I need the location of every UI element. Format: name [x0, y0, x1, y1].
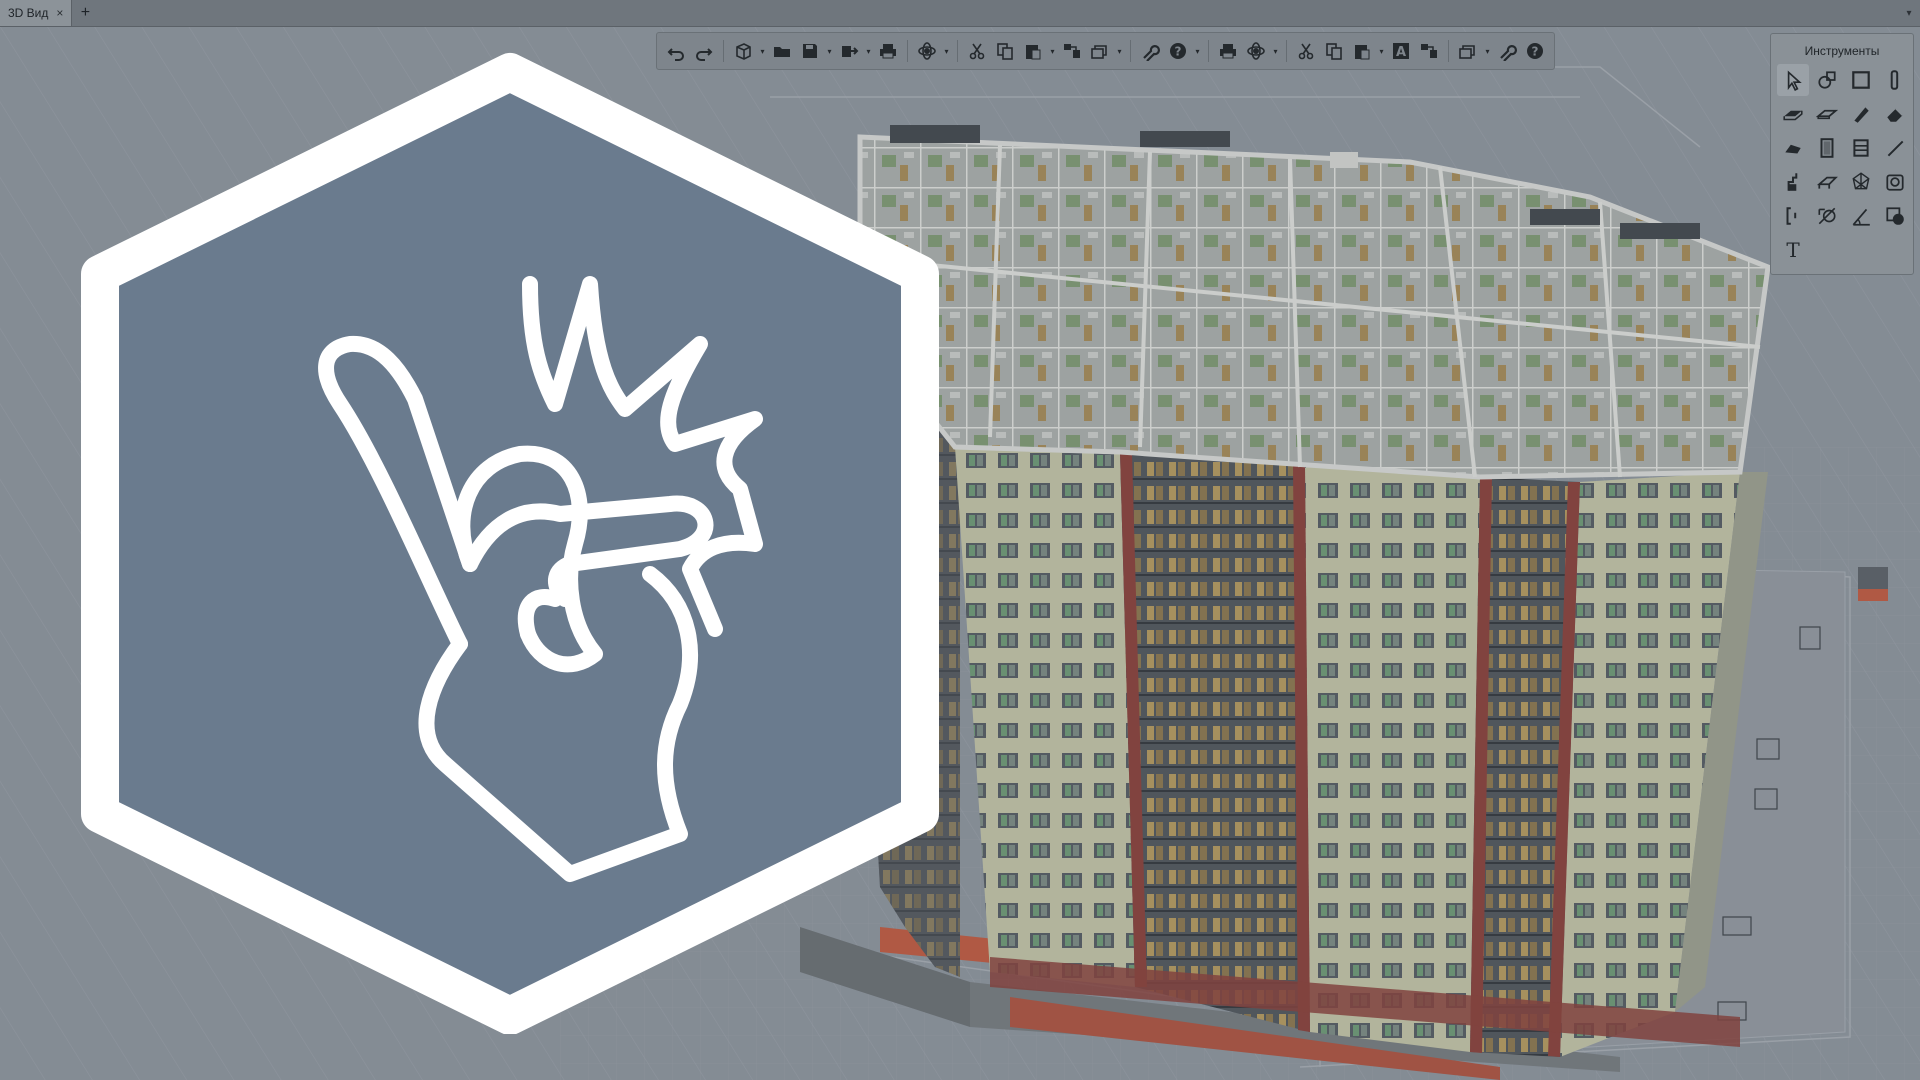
help-icon: ? — [1170, 43, 1186, 59]
slab-icon — [1783, 110, 1803, 121]
layers-icon — [1421, 44, 1437, 58]
layers-icon — [1064, 44, 1080, 58]
tool-window[interactable] — [1845, 132, 1877, 164]
print-icon — [1220, 44, 1236, 59]
tool-stair[interactable] — [1777, 166, 1809, 198]
copy-button[interactable] — [1321, 38, 1347, 64]
copy-icon — [997, 43, 1013, 60]
text-style-button[interactable]: A — [1388, 38, 1414, 64]
tool-rectangle[interactable] — [1845, 64, 1877, 96]
toolbar-divider — [1130, 40, 1131, 62]
tool-angle[interactable] — [1845, 200, 1877, 232]
roof-icon — [1785, 144, 1801, 154]
tools-panel-title: Инструменты — [1804, 44, 1880, 58]
column-icon — [1890, 70, 1899, 90]
tool-mesh[interactable] — [1845, 166, 1877, 198]
tool-column[interactable] — [1879, 64, 1911, 96]
copy-icon — [1326, 43, 1342, 60]
tool-select-arrow[interactable] — [1777, 64, 1809, 96]
tool-line[interactable] — [1879, 132, 1911, 164]
wrench-icon — [1500, 45, 1517, 61]
orbit-icon — [1247, 42, 1265, 60]
hexagon-badge — [81, 53, 939, 1034]
mesh-icon — [1852, 172, 1870, 190]
beam-icon — [1816, 109, 1838, 120]
text-style-icon: A — [1393, 43, 1409, 60]
tools-panel: Инструменты T — [1770, 33, 1914, 275]
finger-snap-icon — [81, 53, 939, 1034]
toolbar-divider — [1286, 40, 1287, 62]
help-icon: ? — [1527, 43, 1543, 59]
bracket-icon — [1786, 207, 1797, 225]
window-icon — [1853, 139, 1869, 157]
orbit-button[interactable] — [1243, 38, 1269, 64]
chevron-down-icon[interactable]: ▾ — [1483, 38, 1492, 64]
document-tab-bar: 3D Вид × + ▾ — [0, 0, 1920, 27]
wrench-button[interactable] — [1137, 38, 1163, 64]
stack-button[interactable] — [1087, 38, 1113, 64]
stack-icon — [1459, 45, 1475, 59]
add-tab-button[interactable]: + — [72, 0, 98, 26]
cut-icon — [969, 43, 985, 60]
tool-bracket[interactable] — [1777, 200, 1809, 232]
copy-button[interactable] — [992, 38, 1018, 64]
stack-icon — [1091, 45, 1107, 59]
stair-icon — [1787, 173, 1798, 191]
paste-icon — [1026, 45, 1041, 60]
wrench-icon — [1143, 45, 1160, 61]
tool-door[interactable] — [1811, 132, 1843, 164]
eraser-icon — [1887, 107, 1904, 122]
tool-pencil[interactable] — [1845, 98, 1877, 130]
tool-text[interactable]: T — [1777, 234, 1809, 266]
tool-eraser[interactable] — [1879, 98, 1911, 130]
chevron-down-icon[interactable]: ▾ — [1115, 38, 1124, 64]
railing-icon — [1816, 176, 1838, 189]
tab-label: 3D Вид — [8, 6, 49, 20]
close-tab-icon[interactable]: × — [56, 6, 63, 20]
chevron-down-icon[interactable]: ▾ — [1048, 38, 1057, 64]
wrench-button[interactable] — [1494, 38, 1520, 64]
tool-beam[interactable] — [1811, 98, 1843, 130]
paste-icon — [1355, 45, 1370, 60]
tool-shape[interactable] — [1811, 64, 1843, 96]
toolbar-divider — [1208, 40, 1209, 62]
tab-3d-view[interactable]: 3D Вид × — [0, 0, 73, 26]
angle-icon — [1852, 208, 1870, 226]
pencil-icon — [1854, 107, 1869, 123]
stack-button[interactable] — [1455, 38, 1481, 64]
dimension-icon — [1818, 207, 1836, 225]
tool-railing[interactable] — [1811, 166, 1843, 198]
camera-icon — [1886, 174, 1904, 191]
rectangle-icon — [1852, 71, 1870, 89]
shape-icon — [1818, 71, 1836, 89]
select-arrow-icon — [1787, 70, 1802, 91]
tools-grid: T — [1771, 64, 1913, 268]
svg-text:A: A — [1396, 45, 1406, 60]
tool-camera[interactable] — [1879, 166, 1911, 198]
tool-fill[interactable] — [1879, 200, 1911, 232]
fill-icon — [1886, 207, 1904, 225]
chevron-down-icon[interactable]: ▾ — [1377, 38, 1386, 64]
paste-button[interactable] — [1349, 38, 1375, 64]
toolbar-divider — [1448, 40, 1449, 62]
door-icon — [1820, 138, 1834, 158]
svg-text:?: ? — [1532, 45, 1539, 59]
line-icon — [1887, 140, 1904, 157]
cut-button[interactable] — [1293, 38, 1319, 64]
tool-roof[interactable] — [1777, 132, 1809, 164]
print-button[interactable] — [1215, 38, 1241, 64]
help-button[interactable]: ? — [1165, 38, 1191, 64]
chevron-down-icon[interactable]: ▾ — [1271, 38, 1280, 64]
chevron-down-icon[interactable]: ▾ — [1193, 38, 1202, 64]
cut-icon — [1298, 43, 1314, 60]
chevron-down-icon[interactable]: ▾ — [1898, 0, 1920, 26]
tool-dimension[interactable] — [1811, 200, 1843, 232]
layers-button[interactable] — [1059, 38, 1085, 64]
paste-button[interactable] — [1020, 38, 1046, 64]
layers-button[interactable] — [1416, 38, 1442, 64]
help-button[interactable]: ? — [1522, 38, 1548, 64]
tool-slab[interactable] — [1777, 98, 1809, 130]
text-icon: T — [1786, 238, 1800, 262]
svg-text:?: ? — [1175, 45, 1182, 59]
